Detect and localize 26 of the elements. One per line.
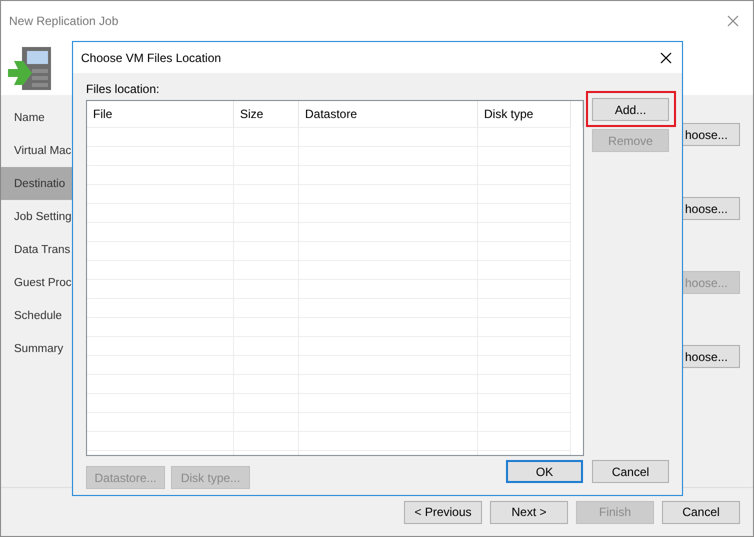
dialog-button[interactable]: Cancel (592, 460, 669, 483)
column-header[interactable]: Size (234, 101, 299, 127)
dialog-button[interactable]: OK (506, 460, 583, 483)
sidebar-item[interactable]: Virtual Mac (1, 134, 72, 167)
side-button[interactable]: Add... (592, 98, 669, 121)
wizard-button[interactable]: Cancel (662, 500, 740, 524)
sidebar-item[interactable]: Job Setting (1, 200, 72, 233)
sidebar-item[interactable]: Destinatio (1, 167, 72, 200)
sidebar-item[interactable]: Name (1, 101, 72, 134)
replication-icon (8, 45, 52, 91)
window-title: New Replication Job (9, 14, 118, 28)
sidebar-item[interactable]: Schedule (1, 299, 72, 332)
column-header[interactable]: Disk type (478, 101, 571, 127)
files-location-label: Files location: (86, 82, 160, 96)
choose-button[interactable]: hoose... (682, 345, 740, 368)
sidebar-item[interactable]: Guest Proc (1, 266, 72, 299)
choose-button[interactable]: hoose... (682, 197, 740, 220)
close-icon[interactable] (660, 52, 672, 64)
wizard-button[interactable]: Next > (490, 500, 568, 524)
column-header[interactable]: Datastore (299, 101, 478, 127)
dialog-title: Choose VM Files Location (81, 50, 222, 64)
choose-button[interactable]: hoose... (682, 123, 740, 146)
sidebar-item[interactable]: Summary (1, 332, 72, 365)
wizard-button[interactable]: < Previous (404, 500, 482, 524)
column-header[interactable]: File (87, 101, 234, 127)
sidebar-item[interactable]: Data Trans (1, 233, 72, 266)
